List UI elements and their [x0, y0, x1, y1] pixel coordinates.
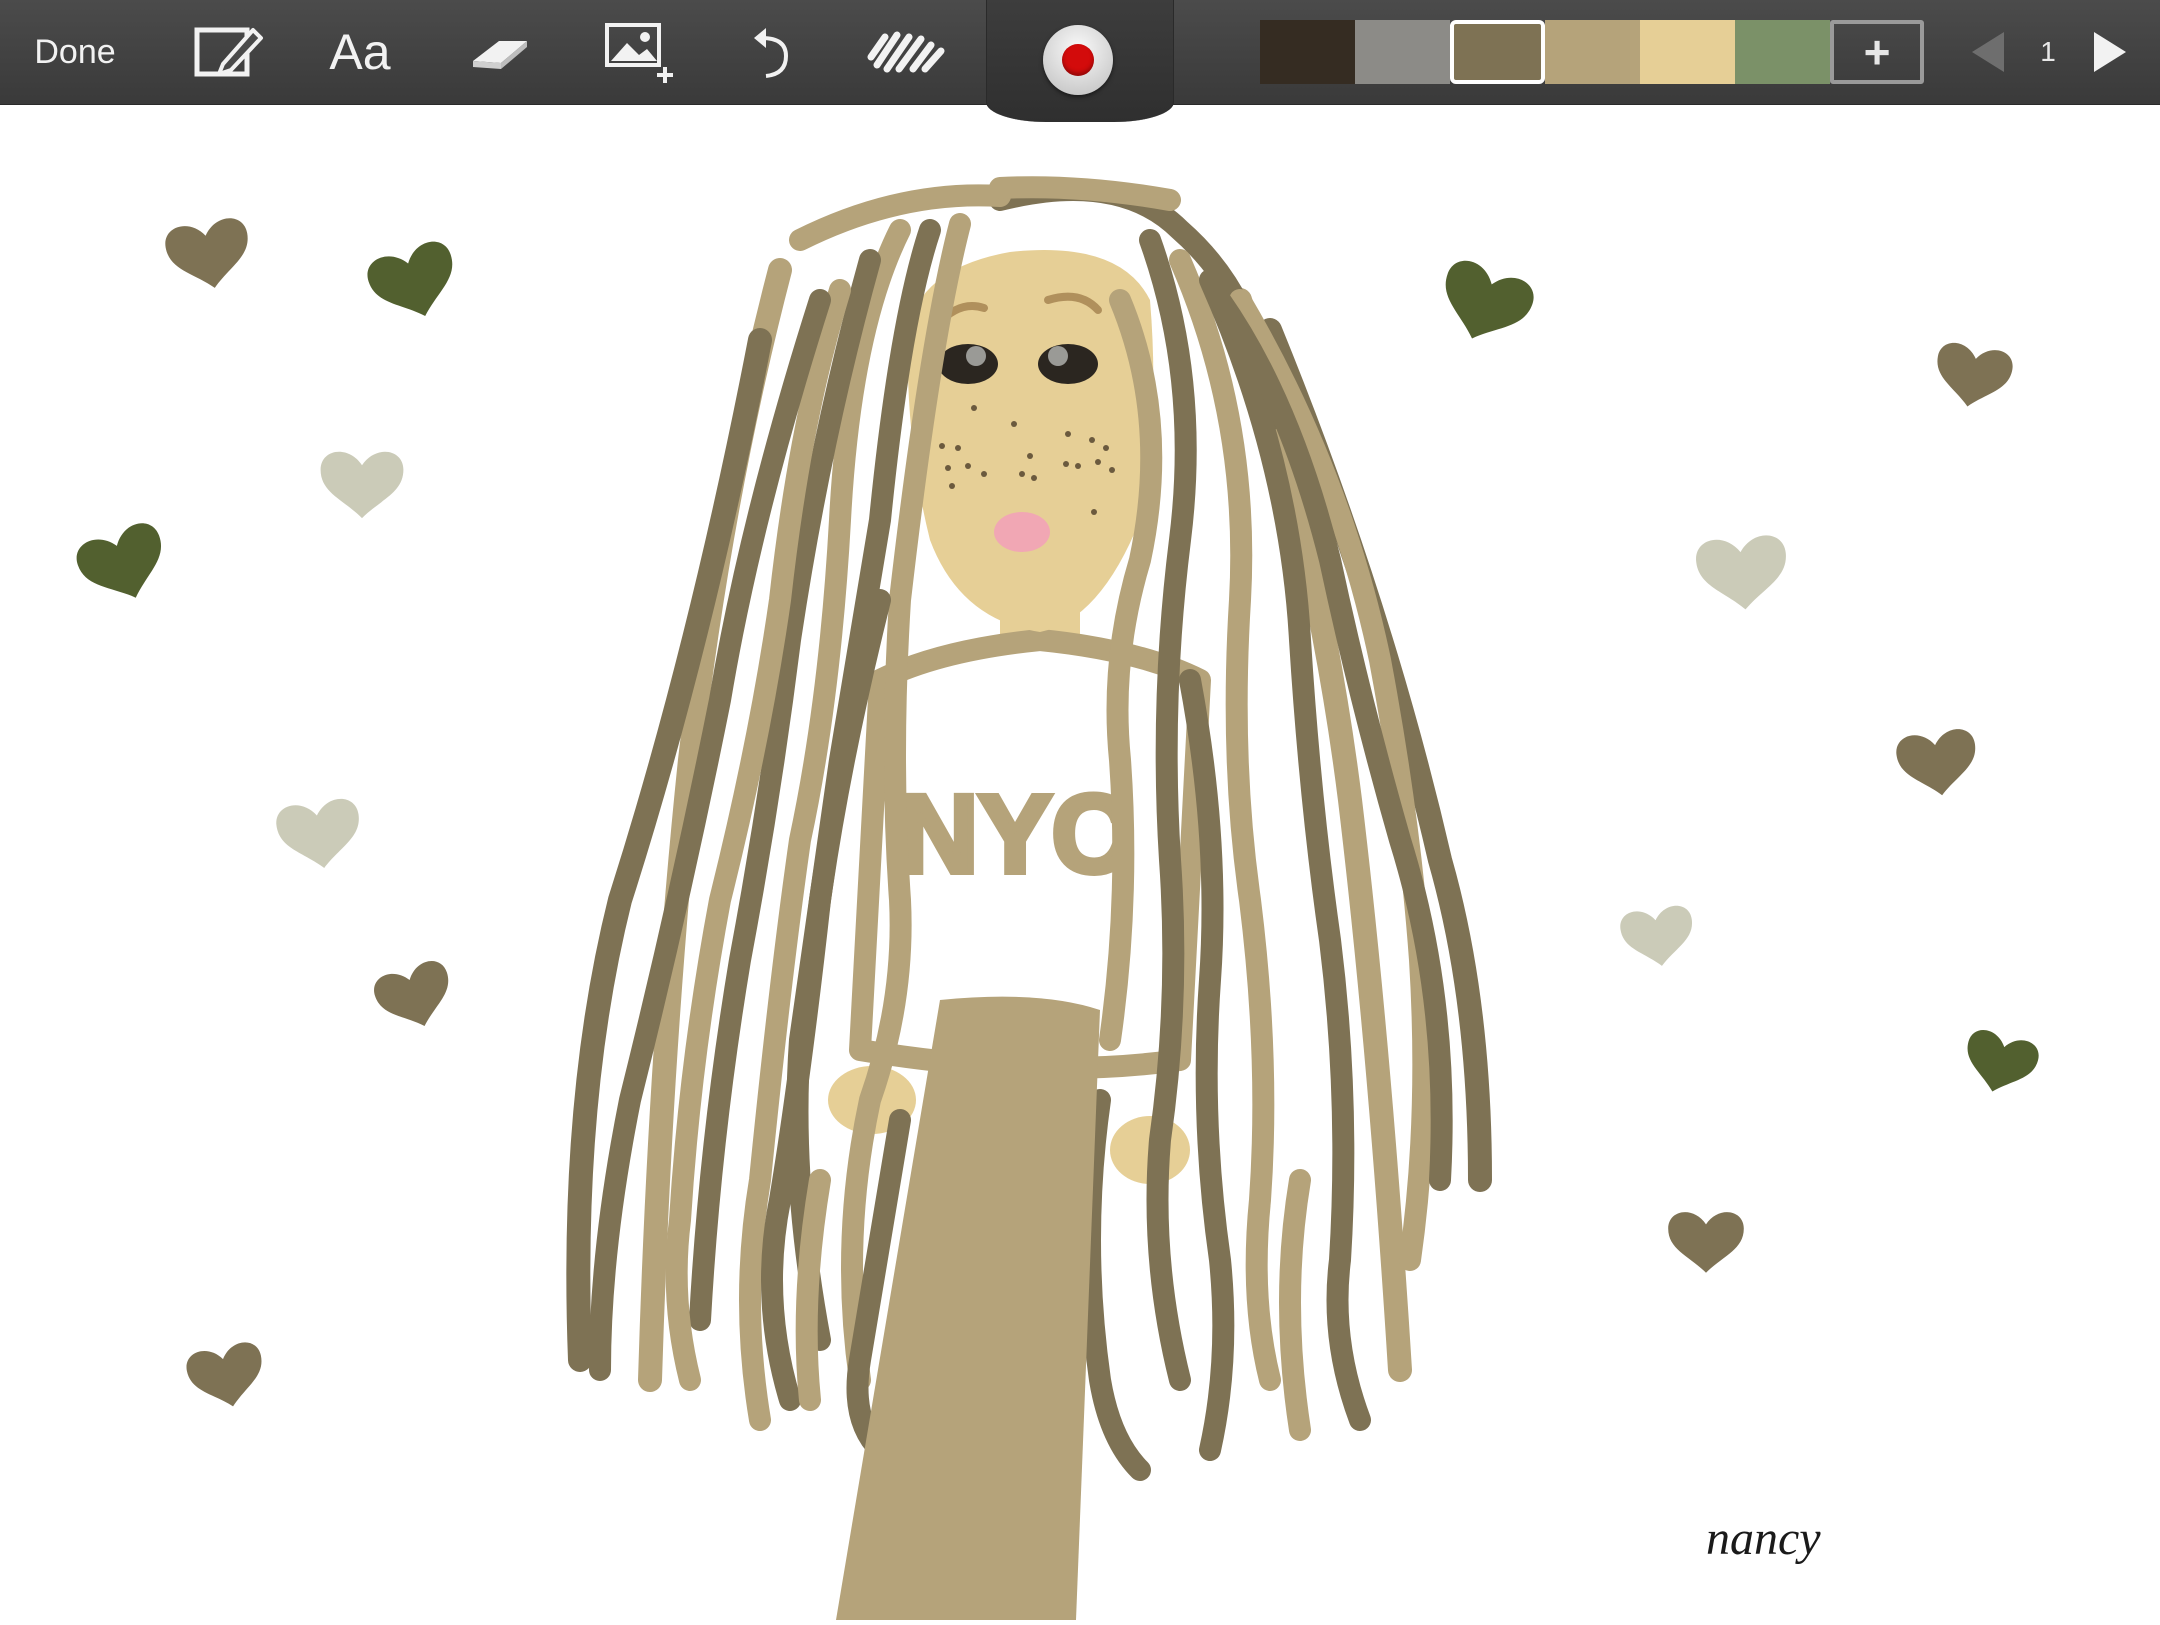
- add-color-icon: +: [1863, 26, 1891, 78]
- prev-page-icon: [1972, 32, 2004, 72]
- done-button[interactable]: Done: [20, 0, 130, 104]
- right-eye-highlight: [1048, 346, 1068, 366]
- heart: [1668, 1212, 1744, 1273]
- signature-text: nancy: [1706, 1512, 1821, 1565]
- toolbar: Done Aa + 1: [0, 0, 2160, 122]
- undo-icon[interactable]: [736, 0, 806, 104]
- drawing-canvas[interactable]: NYC nancy: [0, 106, 2160, 1620]
- prev-page-button[interactable]: [1960, 0, 2016, 104]
- mouth: [994, 512, 1050, 552]
- heart: [183, 1339, 271, 1415]
- right-eye: [1038, 344, 1098, 384]
- add-color-button[interactable]: +: [1830, 20, 1924, 84]
- eraser-icon[interactable]: [460, 0, 540, 104]
- heart: [1429, 255, 1539, 354]
- heart: [1894, 726, 1982, 801]
- heart: [274, 796, 366, 874]
- insert-image-icon[interactable]: [596, 0, 682, 104]
- color-swatch-6[interactable]: [1735, 20, 1830, 84]
- heart: [362, 236, 467, 330]
- left-eye-highlight: [966, 346, 986, 366]
- heart: [1618, 903, 1698, 971]
- brush-icon[interactable]: [864, 0, 950, 104]
- color-swatch-4[interactable]: [1545, 20, 1640, 84]
- drawing-artwork: NYC: [71, 176, 2043, 1620]
- heart: [162, 215, 256, 296]
- record-button[interactable]: [1043, 25, 1113, 95]
- next-page-button[interactable]: [2082, 0, 2138, 104]
- record-icon: [1062, 44, 1094, 76]
- heart: [320, 451, 404, 519]
- color-swatch-1[interactable]: [1260, 20, 1355, 84]
- edit-pen-icon[interactable]: [184, 0, 274, 104]
- page-number: 1: [2040, 36, 2056, 67]
- color-swatch-5[interactable]: [1640, 20, 1735, 84]
- heart: [71, 517, 177, 613]
- record-button-housing: [986, 0, 1174, 122]
- font-icon[interactable]: Aa: [320, 0, 400, 104]
- heart: [1694, 533, 1791, 614]
- color-swatch-2[interactable]: [1355, 20, 1450, 84]
- heart: [1930, 340, 2016, 414]
- next-page-icon: [2094, 32, 2126, 72]
- heart: [369, 956, 461, 1038]
- shirt-text: NYC: [899, 773, 1131, 896]
- color-swatch-3[interactable]: [1450, 20, 1545, 84]
- heart: [1957, 1026, 2043, 1101]
